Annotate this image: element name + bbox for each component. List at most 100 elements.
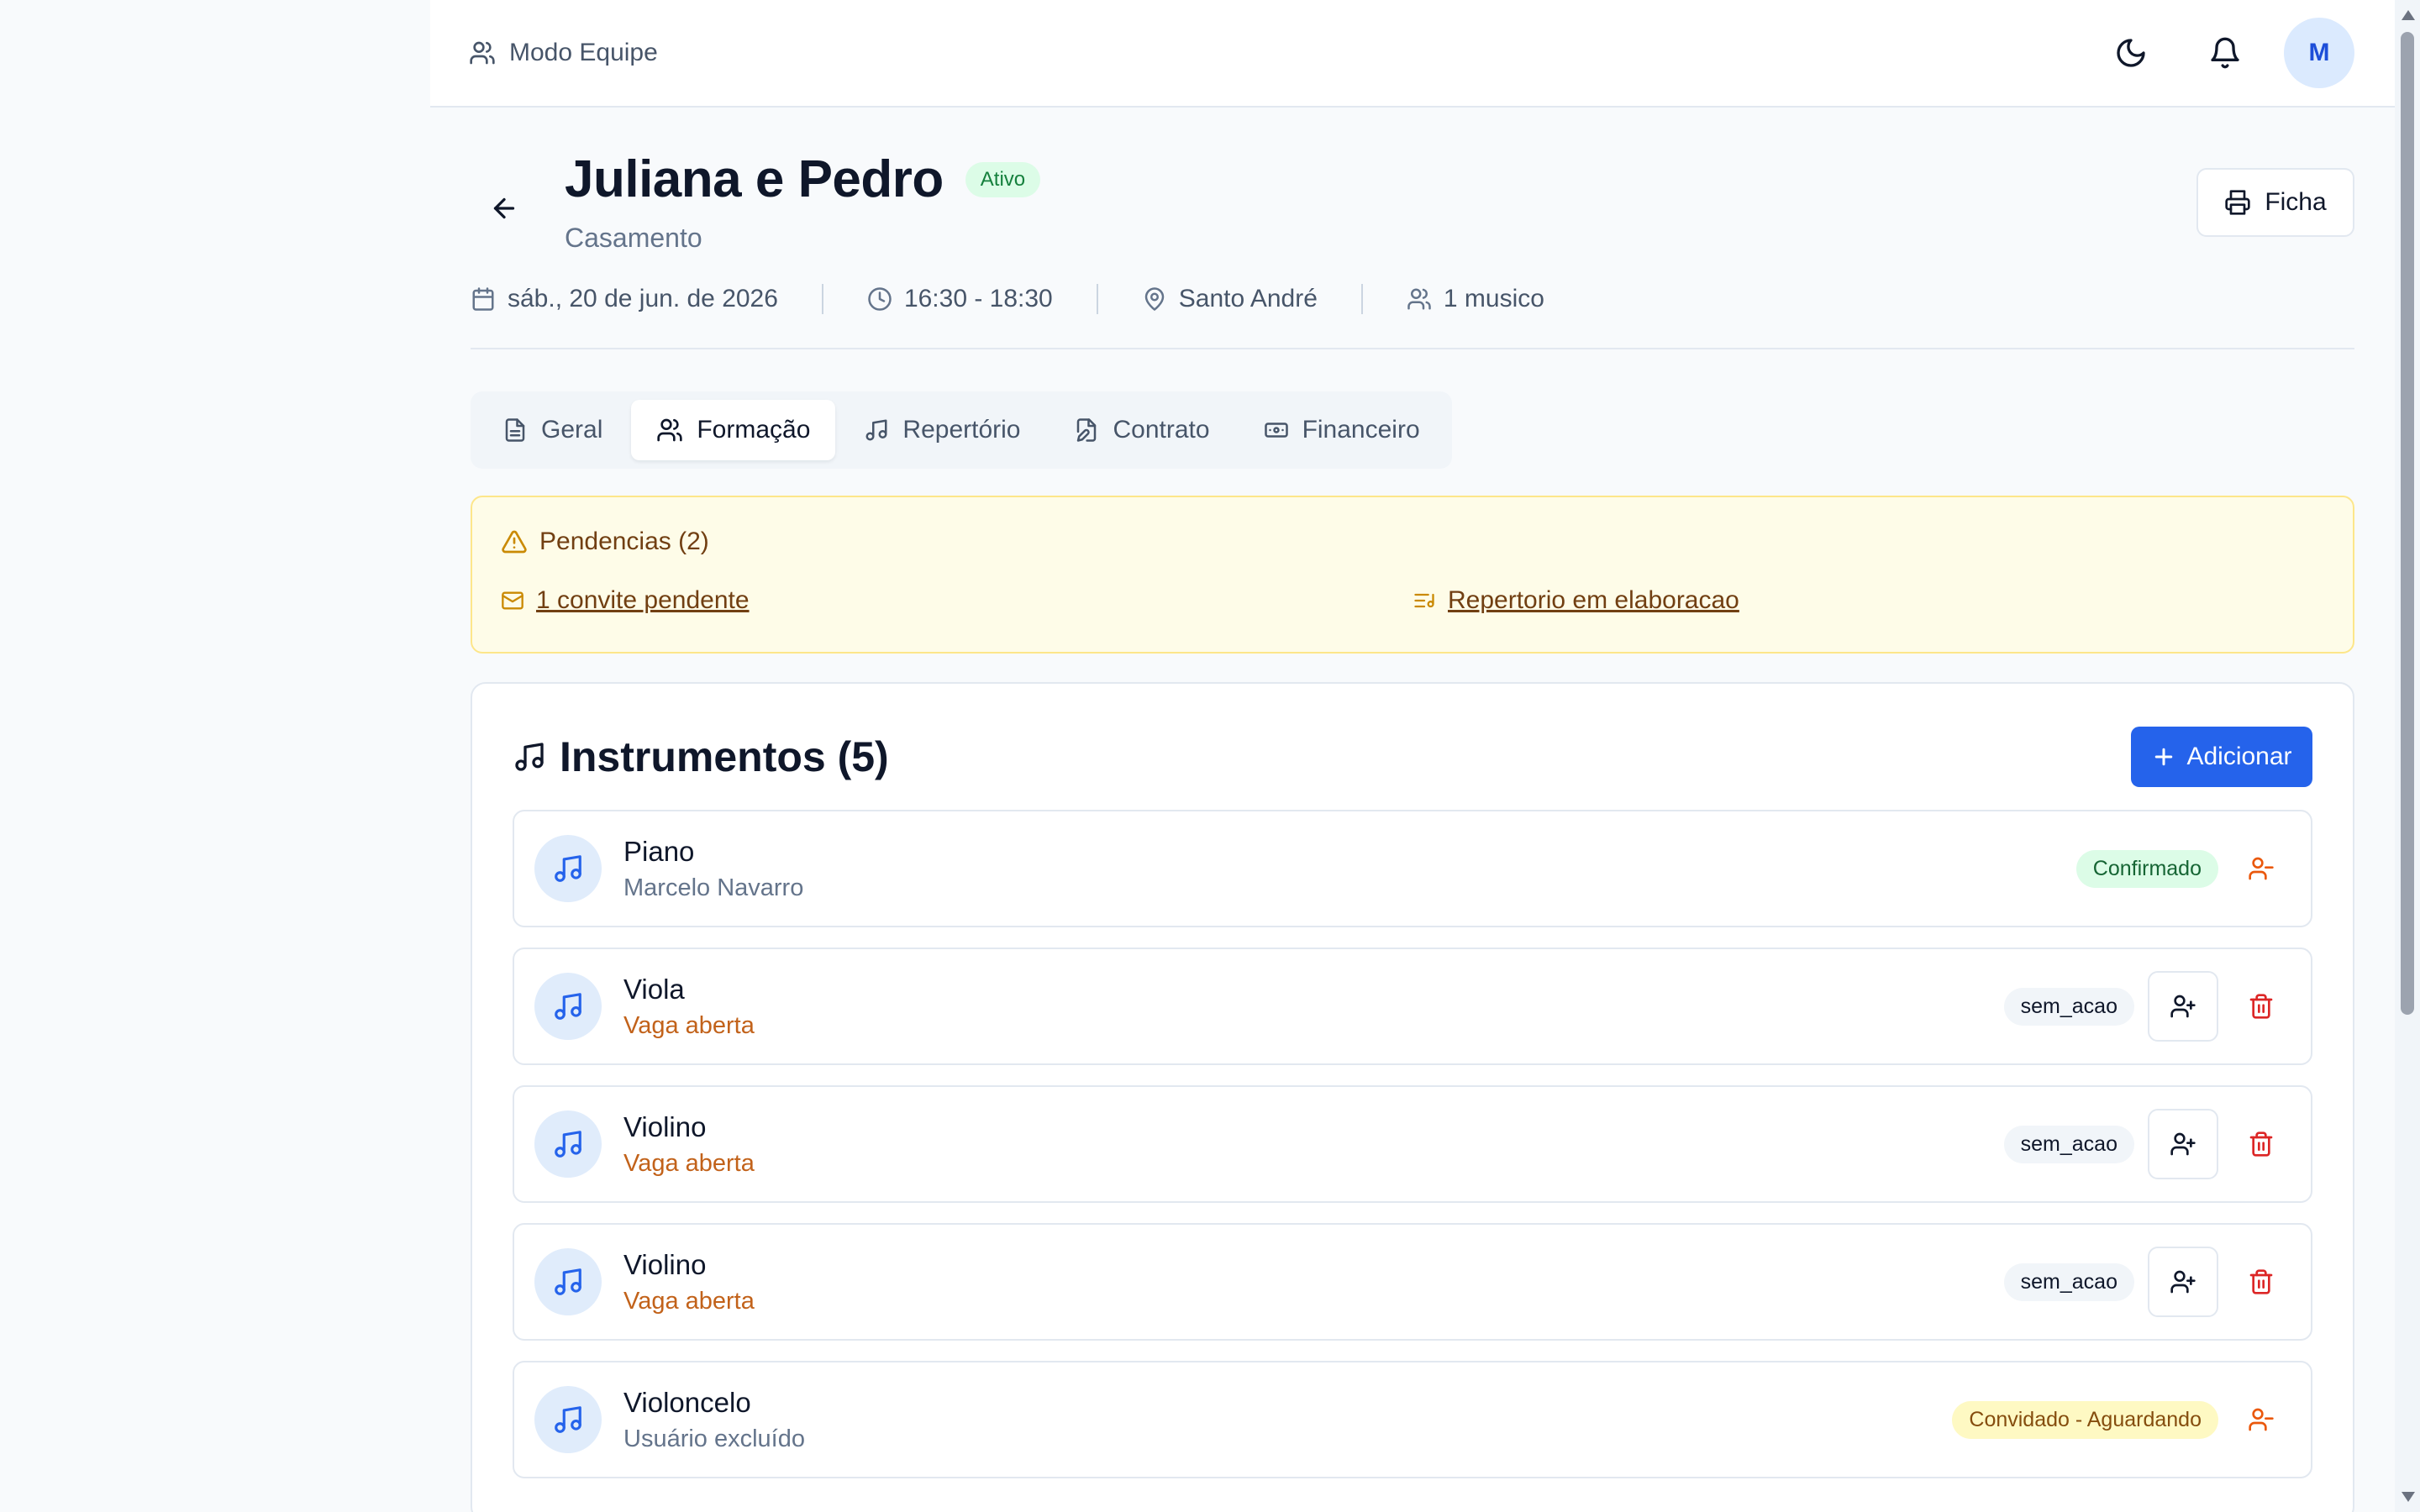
status-badge: Convidado - Aguardando bbox=[1952, 1400, 2218, 1439]
user-minus-icon bbox=[2248, 1406, 2275, 1433]
arrow-left-icon bbox=[489, 193, 519, 223]
calendar-icon bbox=[471, 286, 496, 312]
tab-formacao[interactable]: Formação bbox=[631, 400, 836, 460]
tab-label: Contrato bbox=[1113, 416, 1210, 444]
tab-label: Formação bbox=[697, 416, 811, 444]
plus-icon bbox=[2151, 744, 2176, 769]
event-time-text: 16:30 - 18:30 bbox=[903, 285, 1053, 312]
event-time: 16:30 - 18:30 bbox=[867, 285, 1053, 313]
divider bbox=[821, 284, 823, 314]
music-icon bbox=[534, 1248, 602, 1315]
trash-icon bbox=[2248, 1268, 2275, 1295]
users-icon bbox=[656, 417, 683, 444]
music-icon bbox=[534, 1110, 602, 1178]
back-button[interactable] bbox=[479, 183, 529, 234]
list-item: Violoncelo Usuário excluído Convidado - … bbox=[513, 1361, 2312, 1478]
users-icon bbox=[1407, 286, 1432, 312]
bell-icon bbox=[2208, 36, 2242, 70]
open-slot-label: Vaga aberta bbox=[623, 1287, 755, 1315]
trash-icon bbox=[2248, 993, 2275, 1020]
scrollbar-thumb[interactable] bbox=[2401, 32, 2414, 1015]
list-item: Violino Vaga aberta sem_acao bbox=[513, 1223, 2312, 1341]
event-date-text: sáb., 20 de jun. de 2026 bbox=[508, 285, 778, 312]
tab-label: Financeiro bbox=[1302, 416, 1420, 444]
pending-invite-link[interactable]: 1 convite pendente bbox=[501, 586, 1413, 615]
event-date: sáb., 20 de jun. de 2026 bbox=[471, 285, 778, 313]
delete-instrument-button[interactable] bbox=[2232, 1109, 2291, 1179]
list-item: Viola Vaga aberta sem_acao bbox=[513, 948, 2312, 1065]
status-badge: sem_acao bbox=[2003, 987, 2134, 1026]
instrument-name: Piano bbox=[623, 835, 695, 867]
pending-repertoire-link[interactable]: Repertorio em elaboracao bbox=[1413, 586, 2324, 615]
trash-icon bbox=[2248, 1131, 2275, 1158]
status-badge: sem_acao bbox=[2003, 1263, 2134, 1301]
main-area: Modo Equipe M Juliana e Pedro Ativo Casa… bbox=[430, 0, 2395, 1512]
music-icon bbox=[534, 1386, 602, 1453]
status-badge: Ativo bbox=[965, 161, 1041, 197]
invite-musician-button[interactable] bbox=[2148, 1109, 2218, 1179]
tab-bar: Geral Formação Repertório Contrato Finan… bbox=[471, 391, 1452, 469]
pending-alert: Pendencias (2) 1 convite pendente Repert… bbox=[471, 496, 2354, 654]
music-icon bbox=[513, 740, 546, 774]
event-musicians-text: 1 musico bbox=[1443, 285, 1544, 312]
instrument-name: Viola bbox=[623, 973, 685, 1005]
add-instrument-label: Adicionar bbox=[2186, 743, 2292, 770]
list-item: Piano Marcelo Navarro Confirmado bbox=[513, 810, 2312, 927]
music-icon bbox=[534, 973, 602, 1040]
print-ficha-button[interactable]: Ficha bbox=[2196, 168, 2354, 237]
instrument-list: Piano Marcelo Navarro Confirmado Viola V… bbox=[513, 810, 2312, 1478]
musician-name: Usuário excluído bbox=[623, 1425, 805, 1452]
instrument-name: Violino bbox=[623, 1110, 707, 1142]
delete-instrument-button[interactable] bbox=[2232, 1247, 2291, 1317]
pending-title-text: Pendencias (2) bbox=[539, 528, 709, 555]
notifications-button[interactable] bbox=[2190, 18, 2260, 88]
user-minus-icon bbox=[2248, 855, 2275, 882]
pending-invite-text: 1 convite pendente bbox=[536, 586, 750, 614]
open-slot-label: Vaga aberta bbox=[623, 1149, 755, 1177]
divider bbox=[1096, 284, 1098, 314]
divider bbox=[1360, 284, 1363, 314]
file-text-icon bbox=[502, 417, 528, 443]
tab-financeiro[interactable]: Financeiro bbox=[1239, 400, 1445, 460]
page-title: Juliana e Pedro bbox=[565, 150, 944, 208]
invite-musician-button[interactable] bbox=[2148, 1247, 2218, 1317]
tab-repertorio[interactable]: Repertório bbox=[839, 400, 1045, 460]
team-mode-label: Modo Equipe bbox=[509, 39, 658, 66]
pending-repertoire-text: Repertorio em elaboracao bbox=[1448, 586, 1739, 614]
delete-instrument-button[interactable] bbox=[2232, 971, 2291, 1042]
list-item: Violino Vaga aberta sem_acao bbox=[513, 1085, 2312, 1203]
scroll-down-arrow[interactable] bbox=[2402, 1492, 2415, 1502]
music-icon bbox=[864, 417, 889, 443]
instruments-title-text: Instrumentos (5) bbox=[560, 733, 889, 780]
team-mode-indicator[interactable]: Modo Equipe bbox=[469, 39, 658, 67]
tab-label: Geral bbox=[541, 416, 603, 444]
user-avatar[interactable]: M bbox=[2284, 18, 2354, 88]
scroll-up-arrow[interactable] bbox=[2402, 10, 2415, 20]
remove-musician-button[interactable] bbox=[2232, 1384, 2291, 1455]
theme-toggle-button[interactable] bbox=[2096, 18, 2166, 88]
musician-name: Marcelo Navarro bbox=[623, 874, 804, 901]
invite-musician-button[interactable] bbox=[2148, 971, 2218, 1042]
instrument-name: Violino bbox=[623, 1248, 707, 1280]
moon-icon bbox=[2114, 36, 2148, 70]
user-plus-icon bbox=[2170, 1131, 2196, 1158]
clock-icon bbox=[867, 286, 892, 312]
topbar: Modo Equipe M bbox=[430, 0, 2395, 108]
status-badge: Confirmado bbox=[2075, 849, 2218, 888]
tab-label: Repertório bbox=[902, 416, 1021, 444]
map-pin-icon bbox=[1142, 286, 1167, 312]
warning-triangle-icon bbox=[501, 528, 528, 555]
remove-musician-button[interactable] bbox=[2232, 833, 2291, 904]
users-icon bbox=[469, 39, 496, 66]
event-location-text: Santo André bbox=[1178, 285, 1318, 312]
sidebar-area bbox=[0, 0, 430, 1512]
add-instrument-button[interactable]: Adicionar bbox=[2131, 727, 2312, 787]
instruments-card: Instrumentos (5) Adicionar Piano Marcelo… bbox=[471, 682, 2354, 1512]
file-edit-icon bbox=[1074, 417, 1099, 443]
vertical-scrollbar[interactable] bbox=[2395, 0, 2420, 1512]
open-slot-label: Vaga aberta bbox=[623, 1011, 755, 1039]
banknote-icon bbox=[1264, 417, 1289, 443]
tab-contrato[interactable]: Contrato bbox=[1049, 400, 1234, 460]
tab-geral[interactable]: Geral bbox=[477, 400, 628, 460]
user-plus-icon bbox=[2170, 993, 2196, 1020]
